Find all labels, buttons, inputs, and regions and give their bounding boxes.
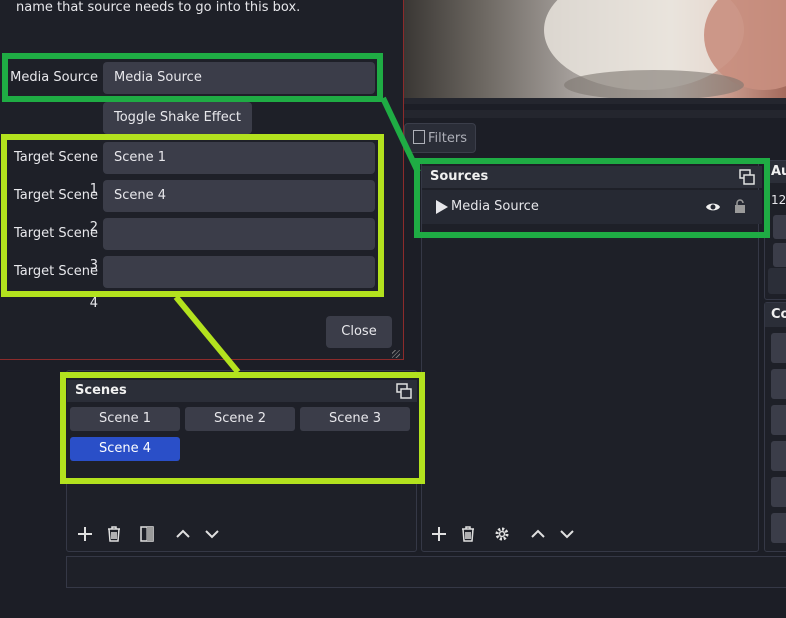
annotation-connectors xyxy=(173,96,421,374)
